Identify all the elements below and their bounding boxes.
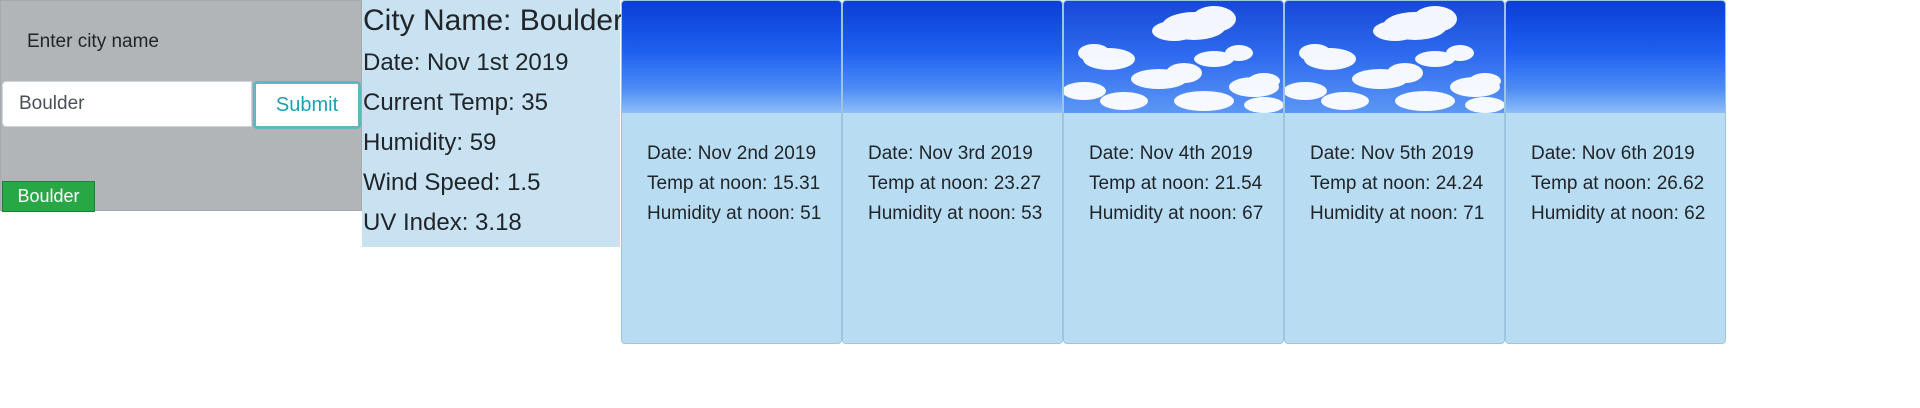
current-humidity: Humidity: 59 xyxy=(363,129,497,156)
history-city-button[interactable]: Boulder xyxy=(2,181,95,212)
forecast-card: Date: Nov 4th 2019 Temp at noon: 21.54 H… xyxy=(1063,0,1284,344)
forecast-card: Date: Nov 3rd 2019 Temp at noon: 23.27 H… xyxy=(842,0,1063,344)
clear-sky-image xyxy=(1506,1,1725,113)
clear-sky-image xyxy=(622,1,841,113)
clear-sky-image xyxy=(843,1,1062,113)
forecast-humidity: Humidity at noon: 53 xyxy=(868,203,1043,224)
current-city: City Name: Boulder xyxy=(363,4,624,37)
submit-button[interactable]: Submit xyxy=(253,81,361,129)
forecast-card: Date: Nov 6th 2019 Temp at noon: 26.62 H… xyxy=(1505,0,1726,344)
forecast-card: Date: Nov 5th 2019 Temp at noon: 24.24 H… xyxy=(1284,0,1505,344)
forecast-humidity: Humidity at noon: 51 xyxy=(647,203,822,224)
search-label: Enter city name xyxy=(27,31,159,52)
forecast-date: Date: Nov 4th 2019 xyxy=(1089,143,1253,164)
current-uv-index: UV Index: 3.18 xyxy=(363,209,522,236)
forecast-temp: Temp at noon: 24.24 xyxy=(1310,173,1484,194)
forecast-humidity: Humidity at noon: 62 xyxy=(1531,203,1706,224)
search-panel: Enter city name Submit Boulder xyxy=(0,0,362,212)
forecast-date: Date: Nov 2nd 2019 xyxy=(647,143,817,164)
city-input[interactable] xyxy=(2,81,252,127)
current-wind-speed: Wind Speed: 1.5 xyxy=(363,169,541,196)
forecast-temp: Temp at noon: 23.27 xyxy=(868,173,1042,194)
cloudy-sky-image xyxy=(1064,1,1283,113)
cloudy-sky-image xyxy=(1285,1,1504,113)
forecast-date: Date: Nov 5th 2019 xyxy=(1310,143,1474,164)
forecast-temp: Temp at noon: 15.31 xyxy=(647,173,821,194)
forecast-date: Date: Nov 3rd 2019 xyxy=(868,143,1033,164)
forecast-date: Date: Nov 6th 2019 xyxy=(1531,143,1695,164)
current-weather: City Name: Boulder Date: Nov 1st 2019 Cu… xyxy=(362,0,624,247)
forecast-humidity: Humidity at noon: 71 xyxy=(1310,203,1485,224)
current-temp: Current Temp: 35 xyxy=(363,89,548,116)
forecast-temp: Temp at noon: 26.62 xyxy=(1531,173,1705,194)
forecast-temp: Temp at noon: 21.54 xyxy=(1089,173,1263,194)
current-date: Date: Nov 1st 2019 xyxy=(363,49,569,76)
forecast-humidity: Humidity at noon: 67 xyxy=(1089,203,1264,224)
forecast-card: Date: Nov 2nd 2019 Temp at noon: 15.31 H… xyxy=(621,0,842,344)
